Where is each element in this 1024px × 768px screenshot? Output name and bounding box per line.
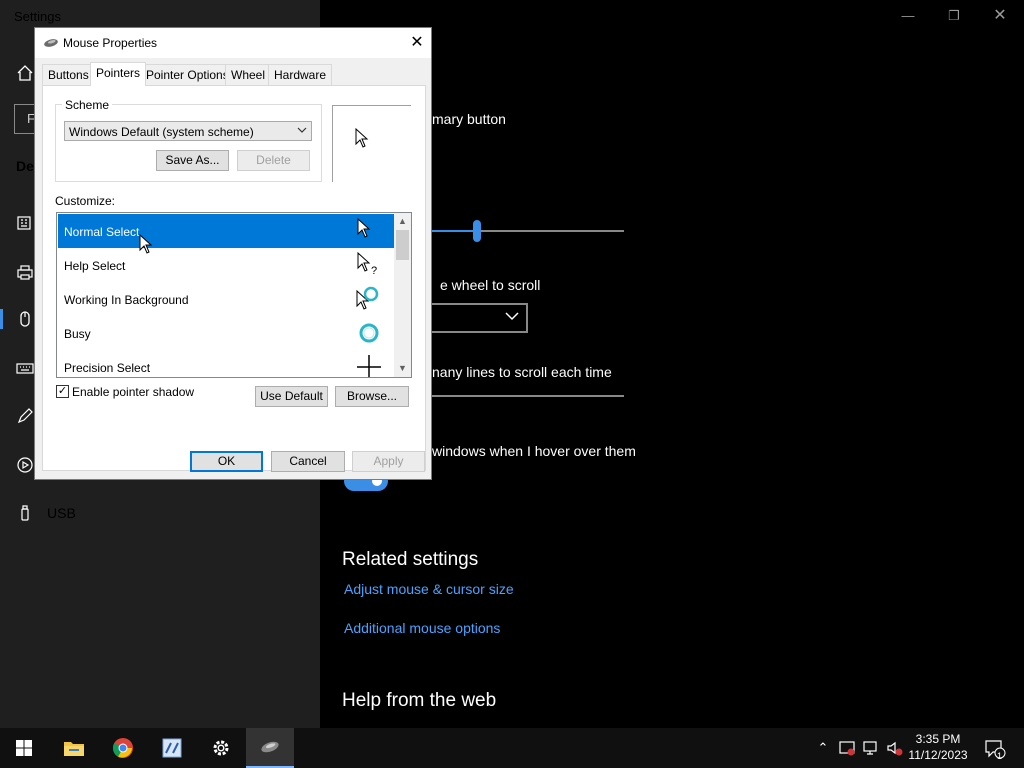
tab-pointers[interactable]: Pointers [90, 62, 147, 86]
dialog-titlebar[interactable]: Mouse Properties ✕ [35, 28, 431, 58]
chrome-icon [112, 738, 133, 758]
sidebar-item-usb[interactable]: USB [47, 505, 76, 521]
app-launcher-button[interactable] [148, 728, 196, 768]
cursor-speed-slider-thumb[interactable] [473, 220, 481, 242]
crosshair-cursor-icon [357, 355, 381, 377]
save-as-button[interactable]: Save As... [156, 150, 229, 171]
pointer-list[interactable]: Normal Select Help Select ? Working In B… [56, 212, 412, 378]
restore-button[interactable]: ❐ [944, 6, 964, 26]
enable-shadow-label: Enable pointer shadow [72, 385, 195, 399]
clock-date: 11/12/2023 [908, 748, 968, 762]
keyboard-icon[interactable] [16, 359, 34, 377]
mouse-icon[interactable] [16, 310, 34, 328]
tab-wheel[interactable]: Wheel [225, 64, 272, 85]
scheme-select[interactable]: Windows Default (system scheme) [64, 121, 312, 141]
volume-muted-icon[interactable] [886, 739, 904, 757]
list-item-label: Busy [64, 327, 91, 341]
chrome-button[interactable] [99, 728, 147, 768]
notification-count: 1 [997, 751, 1003, 761]
adjust-cursor-size-link[interactable]: Adjust mouse & cursor size [344, 581, 514, 597]
list-item[interactable]: Help Select ? [58, 248, 394, 282]
help-cursor-icon: ? [357, 251, 377, 277]
mouse-app-icon [44, 39, 58, 47]
start-button[interactable] [0, 728, 48, 768]
primary-button-label: mary button [432, 111, 506, 127]
chevron-down-icon [297, 127, 307, 133]
delete-button[interactable]: Delete [237, 150, 310, 171]
scroll-up-icon[interactable]: ▲ [394, 213, 411, 230]
minimize-button[interactable]: — [898, 6, 918, 26]
clock[interactable]: 3:35 PM 11/12/2023 [906, 731, 970, 763]
notification-center-icon[interactable]: 1 [984, 739, 1006, 761]
dialog-title: Mouse Properties [63, 36, 158, 50]
arrow-cursor-icon [355, 128, 369, 148]
list-item[interactable]: Normal Select [58, 214, 394, 248]
arrow-cursor-icon [357, 217, 371, 238]
mouse-properties-dialog: Mouse Properties ✕ Buttons Pointers Poin… [34, 27, 432, 480]
wheel-scroll-label: e wheel to scroll [440, 277, 541, 293]
list-item-label: Working In Background [64, 293, 189, 307]
settings-app-button[interactable] [197, 728, 245, 768]
use-default-button[interactable]: Use Default [255, 386, 328, 407]
tab-pointer-options[interactable]: Pointer Options [140, 64, 235, 85]
svg-text:?: ? [371, 265, 377, 277]
pointer-preview [332, 105, 411, 182]
scroll-down-icon[interactable]: ▼ [394, 360, 411, 377]
chevron-up-icon[interactable]: ⌃ [814, 739, 832, 757]
scheme-label: Scheme [62, 98, 113, 112]
pen-icon[interactable] [16, 407, 34, 425]
ok-button[interactable]: OK [190, 451, 263, 472]
additional-mouse-options-link[interactable]: Additional mouse options [344, 620, 500, 636]
calculator-app-icon [162, 738, 182, 758]
scroll-mode-value: s at a time [432, 310, 497, 326]
close-icon[interactable]: ✕ [407, 33, 427, 53]
close-settings-button[interactable]: ✕ [990, 6, 1010, 26]
printer-icon[interactable] [16, 263, 34, 281]
related-settings-heading: Related settings [342, 549, 479, 570]
folder-icon [64, 742, 84, 756]
settings-app-title: Settings [14, 9, 61, 24]
autoplay-icon[interactable] [16, 456, 34, 474]
tab-hardware[interactable]: Hardware [268, 64, 333, 85]
list-item-label: Precision Select [64, 361, 151, 375]
scroll-inactive-label: windows when I hover over them [432, 443, 636, 459]
scrollbar-thumb[interactable] [396, 230, 409, 260]
list-item[interactable]: Precision Select [58, 350, 394, 377]
list-scrollbar[interactable]: ▲ ▼ [394, 213, 411, 377]
list-item[interactable]: Working In Background [58, 282, 394, 316]
list-item-label: Help Select [64, 259, 126, 273]
cursor-speed-slider-fill [432, 230, 477, 232]
network-icon[interactable] [862, 739, 880, 757]
mouse-pointer-icon [139, 234, 153, 254]
screen: Settings — ❐ ✕ F De USB mary button e wh… [0, 0, 1024, 768]
nav-selection-indicator [0, 309, 3, 329]
mouse-app-icon [261, 741, 279, 753]
lines-to-scroll-slider[interactable] [432, 395, 624, 397]
tab-buttons[interactable]: Buttons [42, 64, 95, 85]
home-icon[interactable] [16, 64, 34, 82]
gear-icon [213, 740, 229, 756]
file-explorer-button[interactable] [50, 728, 98, 768]
security-icon[interactable] [838, 739, 856, 757]
clock-time: 3:35 PM [915, 732, 961, 746]
bluetooth-devices-icon[interactable] [16, 214, 34, 232]
busy-cursor-icon [359, 323, 379, 343]
apply-button[interactable]: Apply [352, 451, 425, 472]
lines-to-scroll-label: nany lines to scroll each time [432, 364, 612, 380]
section-title: De [16, 158, 34, 174]
usb-icon[interactable] [16, 504, 34, 522]
customize-label: Customize: [55, 194, 116, 208]
list-item-label: Normal Select [64, 225, 140, 239]
windows-logo-icon [16, 740, 32, 756]
mouse-properties-taskbar-button[interactable] [246, 728, 294, 768]
browse-button[interactable]: Browse... [335, 386, 409, 407]
chevron-down-icon [505, 312, 519, 321]
working-background-cursor-icon [356, 286, 379, 310]
help-from-web-heading: Help from the web [342, 690, 497, 711]
list-item[interactable]: Busy [58, 316, 394, 350]
cancel-button[interactable]: Cancel [271, 451, 345, 472]
enable-shadow-checkbox[interactable]: ✓ [56, 385, 69, 398]
